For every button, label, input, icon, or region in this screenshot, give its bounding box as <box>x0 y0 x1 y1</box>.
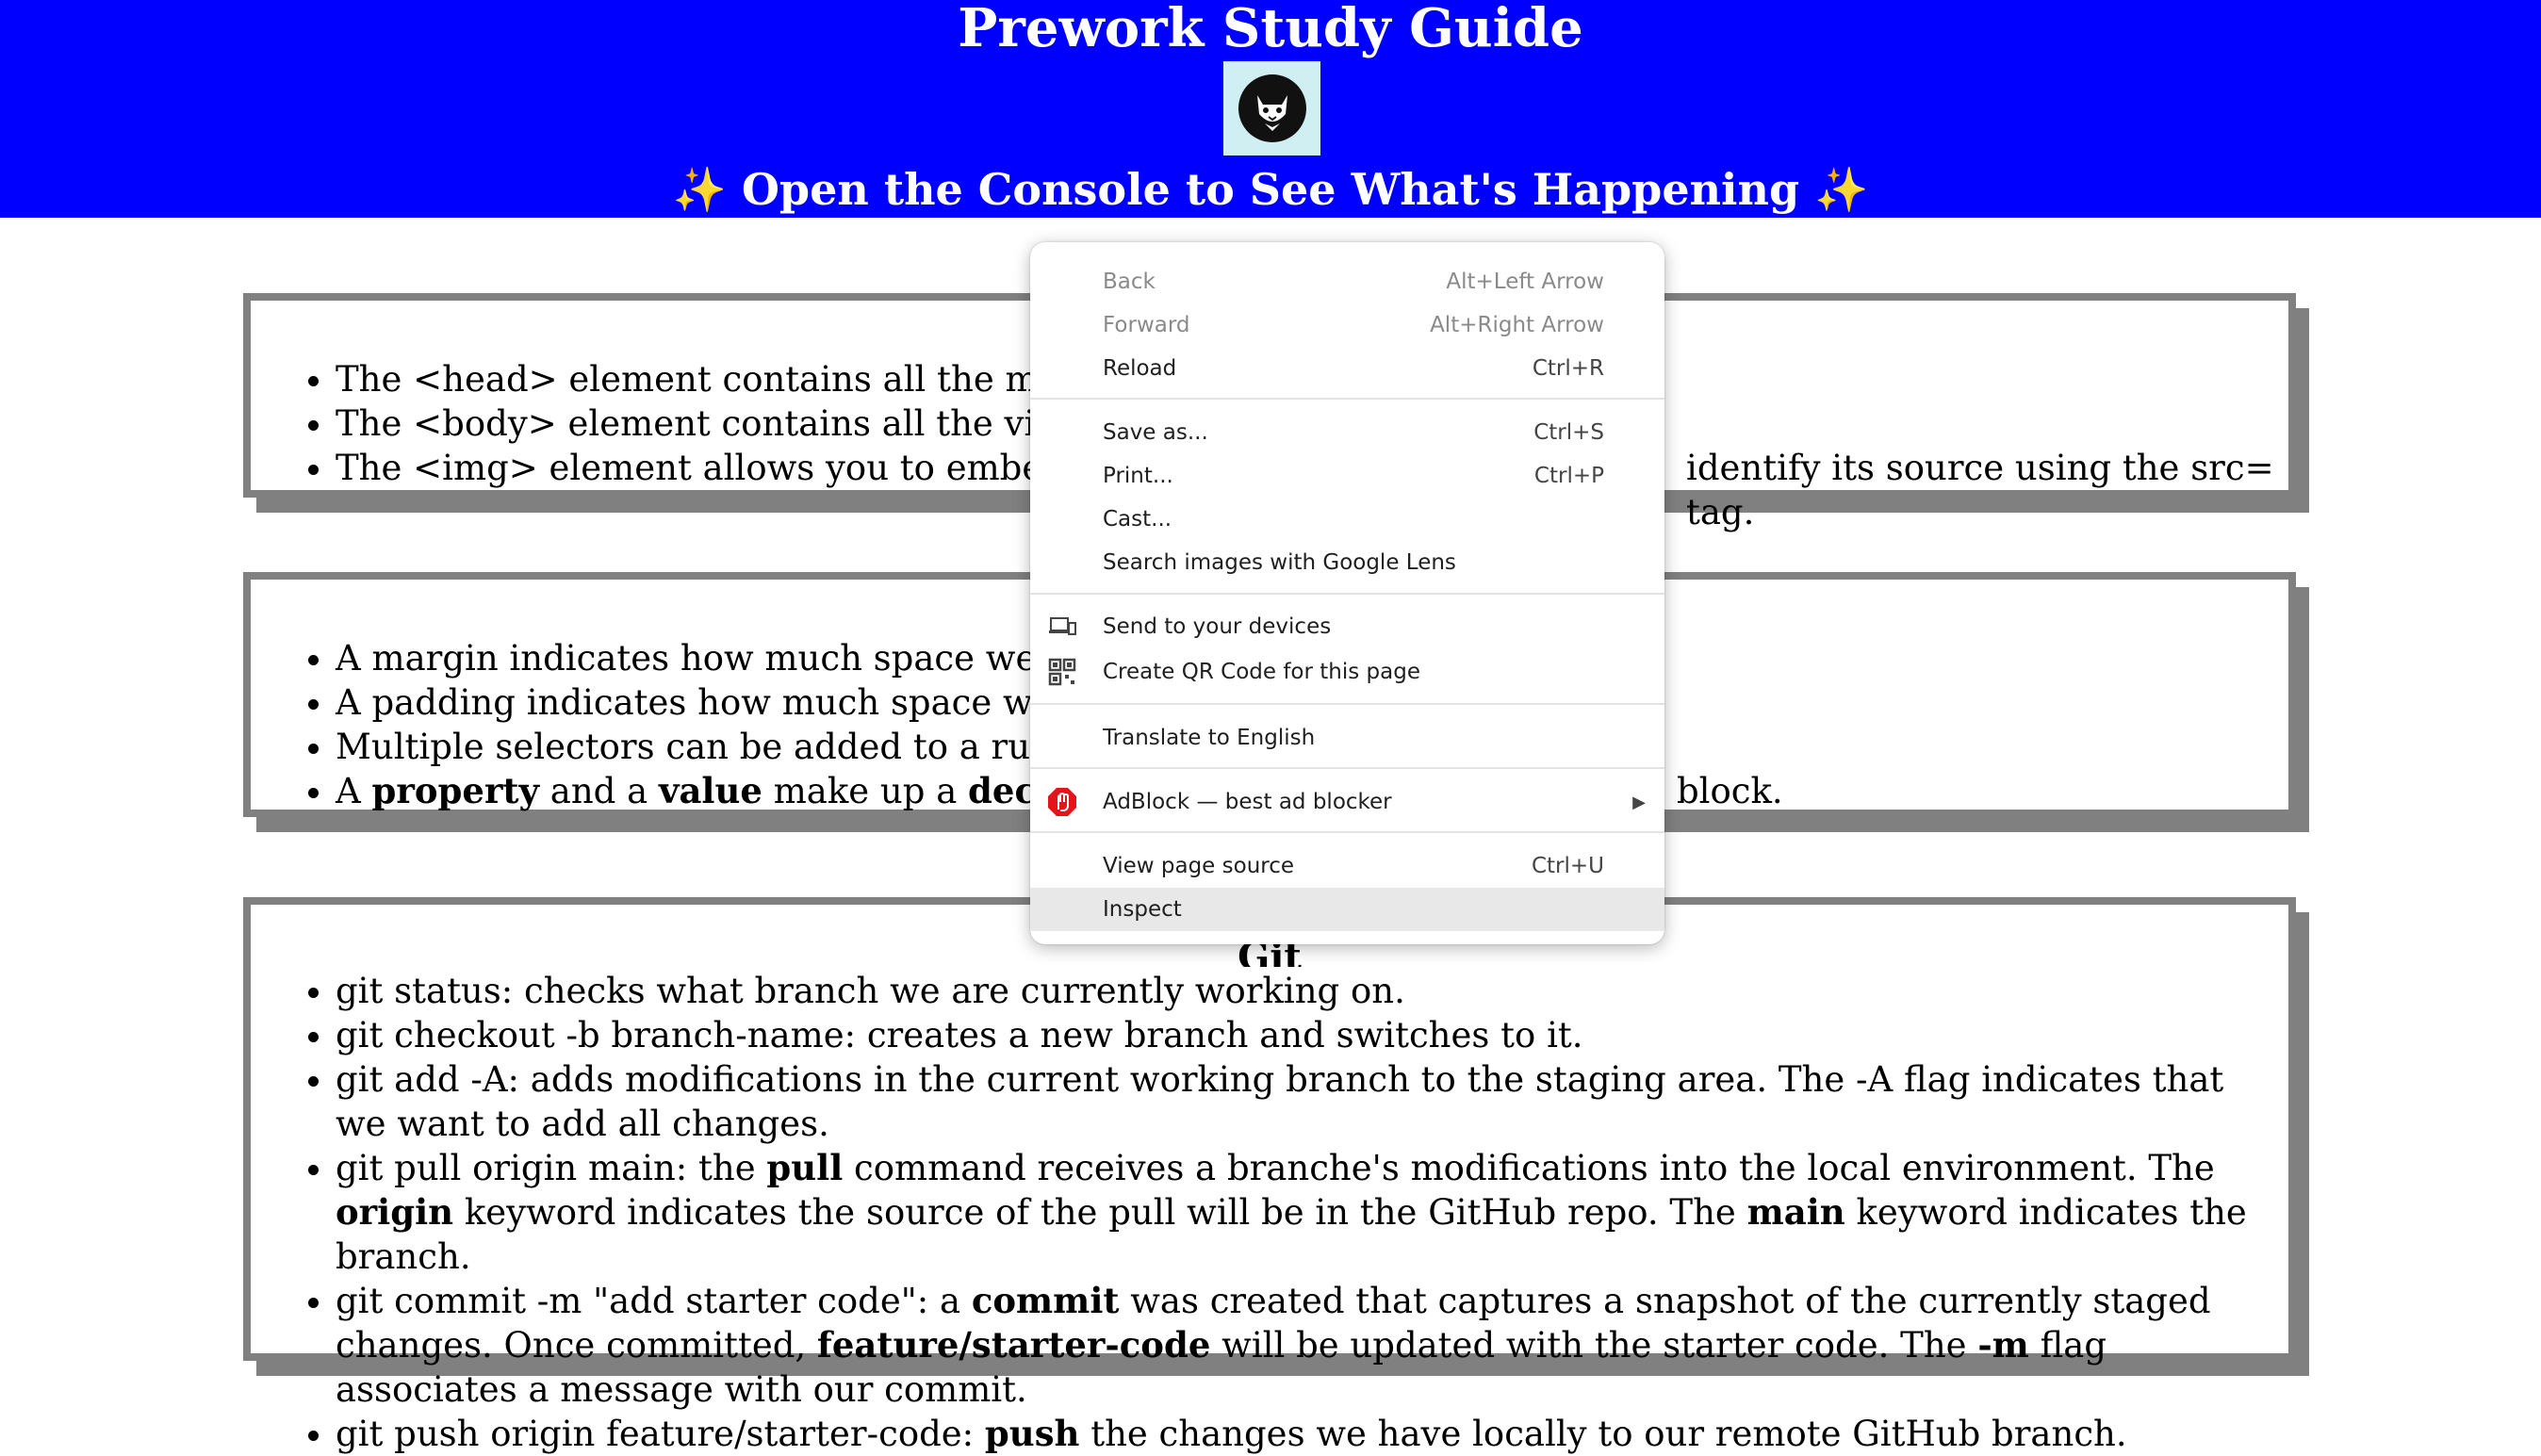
list-item: git pull origin main: the pull command r… <box>336 1146 2251 1279</box>
menu-item-label: Send to your devices <box>1103 614 1332 639</box>
devices-icon <box>1046 611 1078 643</box>
term-property: property <box>371 770 540 811</box>
menu-item-view-source[interactable]: View page source Ctrl+U <box>1030 844 1664 888</box>
menu-item-label: Translate to English <box>1103 726 1316 750</box>
menu-item-shortcut: Alt+Right Arrow <box>1430 313 1604 337</box>
menu-separator <box>1030 593 1664 595</box>
menu-item-back[interactable]: Back Alt+Left Arrow <box>1030 260 1664 303</box>
menu-item-save-as[interactable]: Save as... Ctrl+S <box>1030 411 1664 454</box>
text: will be updated with the starter code. T… <box>1210 1325 1978 1366</box>
term-pull: pull <box>766 1147 844 1188</box>
menu-item-label: Save as... <box>1103 420 1208 445</box>
sparkle-icon: ✨ <box>672 164 727 215</box>
menu-item-reload[interactable]: Reload Ctrl+R <box>1030 347 1664 390</box>
menu-item-shortcut: Ctrl+U <box>1531 854 1604 878</box>
menu-item-shortcut: Ctrl+P <box>1533 464 1604 488</box>
menu-item-cast[interactable]: Cast... <box>1030 498 1664 541</box>
git-list: git status: checks what branch we are cu… <box>251 905 2288 1456</box>
term-m-flag: -m <box>1977 1324 2029 1366</box>
text: make up a <box>762 771 969 811</box>
menu-separator <box>1030 767 1664 769</box>
menu-item-label: Search images with Google Lens <box>1103 550 1456 575</box>
menu-item-forward[interactable]: Forward Alt+Right Arrow <box>1030 303 1664 347</box>
text: git pull origin main: the <box>336 1148 767 1188</box>
menu-item-translate[interactable]: Translate to English <box>1030 716 1664 760</box>
menu-item-label: View page source <box>1103 854 1295 878</box>
menu-item-label: Reload <box>1103 356 1177 381</box>
menu-item-label: Back <box>1103 270 1156 294</box>
text: and a <box>539 771 659 811</box>
menu-item-label: Print... <box>1103 464 1173 488</box>
list-item: git commit -m "add starter code": a comm… <box>336 1279 2251 1412</box>
text: the changes we have locally to our remot… <box>1079 1414 2127 1454</box>
list-item: git status: checks what branch we are cu… <box>336 969 2251 1013</box>
console-hint: ✨ Open the Console to See What's Happeni… <box>0 162 2541 217</box>
term-main: main <box>1746 1191 1845 1233</box>
browser-context-menu: Back Alt+Left Arrow Forward Alt+Right Ar… <box>1030 242 1664 944</box>
adblock-icon <box>1046 786 1078 818</box>
term-value: value <box>658 770 762 811</box>
menu-item-label: Inspect <box>1103 897 1182 922</box>
menu-item-send-devices[interactable]: Send to your devices <box>1030 605 1664 648</box>
menu-separator <box>1030 398 1664 400</box>
menu-item-inspect[interactable]: Inspect <box>1030 888 1664 931</box>
menu-item-adblock[interactable]: AdBlock — best ad blocker ▶ <box>1030 780 1664 824</box>
term-push: push <box>984 1413 1080 1454</box>
page-header: Prework Study Guide ✨ Open the Console t… <box>0 0 2541 218</box>
git-section: Git git status: checks what branch we ar… <box>243 897 2296 1454</box>
menu-item-search-images[interactable]: Search images with Google Lens <box>1030 541 1664 584</box>
text: keyword indicates the source of the pull… <box>453 1192 1747 1233</box>
menu-item-shortcut: Alt+Left Arrow <box>1446 270 1604 294</box>
list-item: git checkout -b branch-name: creates a n… <box>336 1013 2251 1057</box>
term-branch: feature/starter-code <box>816 1324 1211 1366</box>
page-title: Prework Study Guide <box>958 0 1583 59</box>
submenu-arrow-icon: ▶ <box>1632 792 1646 812</box>
text: git push origin feature/starter-code: <box>336 1414 985 1454</box>
menu-item-print[interactable]: Print... Ctrl+P <box>1030 454 1664 498</box>
menu-item-label: Cast... <box>1103 507 1172 532</box>
text: git commit -m "add starter code": a <box>336 1281 972 1321</box>
console-hint-text: Open the Console to See What's Happening <box>741 164 1800 215</box>
text: command receives a branche's modificatio… <box>843 1148 2215 1188</box>
sparkle-icon: ✨ <box>1814 164 1869 215</box>
list-item: git add -A: adds modifications in the cu… <box>336 1057 2251 1146</box>
menu-separator <box>1030 831 1664 833</box>
menu-item-qr-code[interactable]: Create QR Code for this page <box>1030 650 1664 694</box>
qr-code-icon <box>1046 656 1078 688</box>
menu-item-shortcut: Ctrl+R <box>1532 356 1604 381</box>
cat-logo <box>1223 61 1320 155</box>
term-commit: commit <box>971 1280 1120 1321</box>
list-item-tail: block. <box>1677 771 1783 811</box>
menu-item-label: AdBlock — best ad blocker <box>1103 790 1392 814</box>
list-item: git push origin feature/starter-code: pu… <box>336 1412 2251 1456</box>
menu-item-label: Create QR Code for this page <box>1103 660 1420 684</box>
term-origin: origin <box>336 1191 454 1233</box>
menu-item-label: Forward <box>1103 313 1190 337</box>
cat-icon <box>1238 74 1306 142</box>
menu-item-shortcut: Ctrl+S <box>1533 420 1604 445</box>
text: A <box>336 771 372 811</box>
menu-separator <box>1030 703 1664 705</box>
list-item-tail: identify its source using the src= tag. <box>1686 448 2274 532</box>
